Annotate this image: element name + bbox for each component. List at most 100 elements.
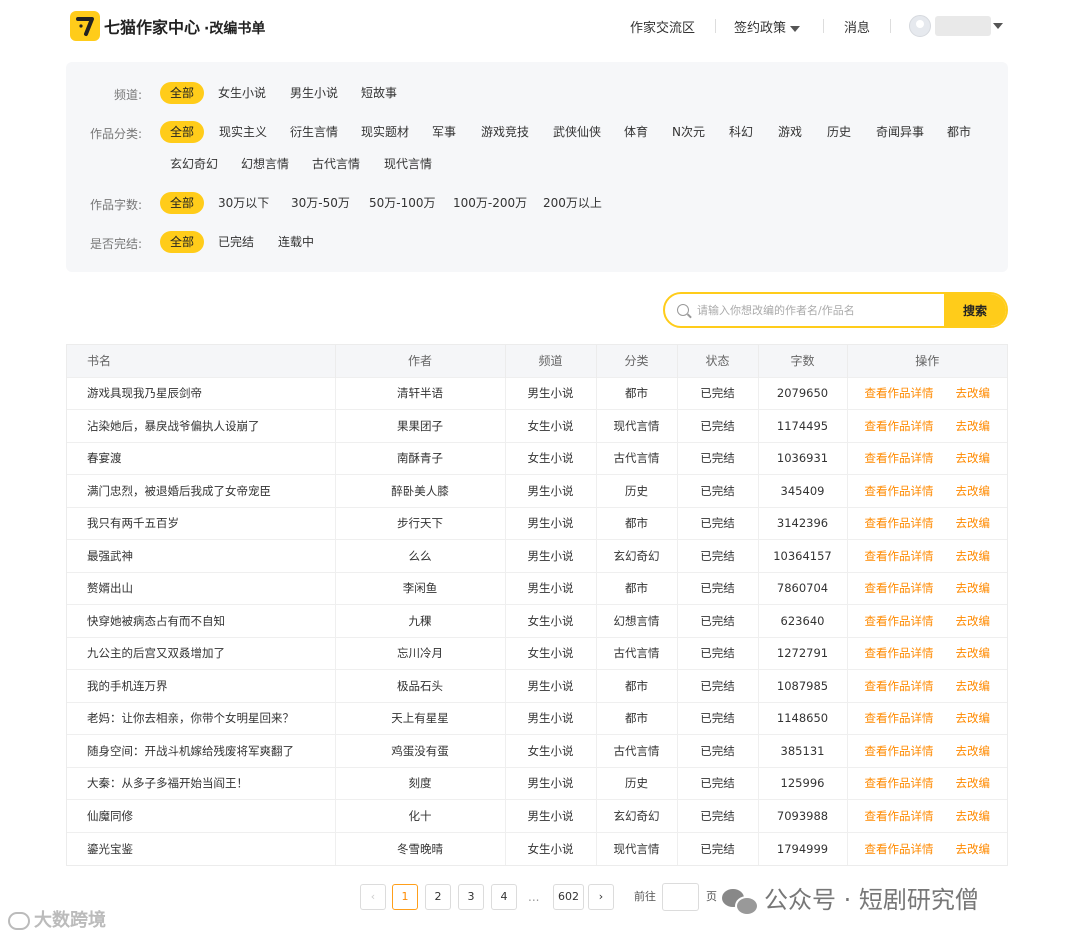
table-row: 九公主的后宫又双叒增加了 忘川冷月 女生小说 古代言情 已完结 1272791 查看作品详情…	[67, 636, 1007, 670]
chevron-down-icon	[790, 25, 801, 32]
page-button-last[interactable]: 602	[553, 884, 584, 910]
adapt-link[interactable]: 去改编	[956, 646, 991, 660]
watermark-right-text: 公众号 · 短剧研究僧	[764, 886, 979, 914]
filter-completed-option[interactable]: 全部	[160, 231, 205, 253]
filter-category-option[interactable]: N次元	[662, 121, 715, 143]
filter-category-option[interactable]: 现代言情	[374, 153, 442, 175]
view-detail-link[interactable]: 查看作品详情	[865, 809, 934, 823]
cell-channel: 男生小说	[505, 474, 597, 507]
page-button-4[interactable]: 4	[491, 884, 517, 910]
adapt-link[interactable]: 去改编	[956, 581, 991, 595]
avatar[interactable]	[909, 15, 931, 37]
chevron-down-icon[interactable]	[993, 23, 1003, 29]
filter-category-option[interactable]: 幻想言情	[231, 153, 299, 175]
view-detail-link[interactable]: 查看作品详情	[865, 549, 934, 563]
view-detail-link[interactable]: 查看作品详情	[865, 711, 934, 725]
search-button[interactable]: 搜索	[944, 294, 1006, 326]
filter-wordcount-option[interactable]: 全部	[160, 192, 205, 214]
brand-title[interactable]: 七猫作家中心 ·改编书单	[104, 14, 265, 38]
adapt-link[interactable]: 去改编	[956, 809, 991, 823]
view-detail-link[interactable]: 查看作品详情	[865, 451, 934, 465]
filter-channel-all[interactable]: 全部	[160, 82, 205, 104]
filter-category-option[interactable]: 都市	[937, 121, 981, 143]
cell-word-count: 1087985	[758, 669, 848, 702]
nav-contract-policy-dropdown[interactable]: 签约政策	[734, 17, 801, 36]
username-redacted[interactable]	[935, 16, 991, 36]
filter-category-option[interactable]: 历史	[817, 121, 861, 143]
column-header-author: 作者	[335, 345, 506, 377]
filter-completed-option[interactable]: 连载中	[268, 231, 324, 253]
filter-category-option[interactable]: 古代言情	[302, 153, 370, 175]
filter-category-option[interactable]: 现实题材	[351, 121, 419, 143]
filter-category-option[interactable]: 科幻	[719, 121, 763, 143]
cell-actions: 查看作品详情 去改编	[847, 766, 1007, 800]
next-page-button[interactable]: ›	[588, 884, 614, 910]
view-detail-link[interactable]: 查看作品详情	[865, 484, 934, 498]
filter-category-option[interactable]: 衍生言情	[280, 121, 348, 143]
view-detail-link[interactable]: 查看作品详情	[865, 386, 934, 400]
cell-author: 步行天下	[335, 506, 506, 540]
view-detail-link[interactable]: 查看作品详情	[865, 614, 934, 628]
filter-category-option[interactable]: 武侠仙侠	[543, 121, 611, 143]
filter-channel-short[interactable]: 短故事	[351, 82, 407, 104]
filter-wordcount-option[interactable]: 50万-100万	[359, 192, 446, 214]
filter-wordcount-option[interactable]: 30万以下	[208, 192, 279, 214]
adapt-link[interactable]: 去改编	[956, 419, 991, 433]
filter-category-option[interactable]: 军事	[422, 121, 466, 143]
page-button-1[interactable]: 1	[392, 884, 418, 910]
filter-wordcount-option[interactable]: 30万-50万	[281, 192, 360, 214]
nav-community-link[interactable]: 作家交流区	[630, 17, 695, 36]
filter-category-option[interactable]: 游戏	[768, 121, 812, 143]
view-detail-link[interactable]: 查看作品详情	[865, 842, 934, 856]
cell-author: 李闲鱼	[335, 571, 506, 605]
view-detail-link[interactable]: 查看作品详情	[865, 516, 934, 530]
adapt-link[interactable]: 去改编	[956, 842, 991, 856]
view-detail-link[interactable]: 查看作品详情	[865, 419, 934, 433]
filter-wordcount-option[interactable]: 100万-200万	[443, 192, 537, 214]
view-detail-link[interactable]: 查看作品详情	[865, 646, 934, 660]
adapt-link[interactable]: 去改编	[956, 744, 991, 758]
cell-title: 随身空间：开战斗机嫁给残废将军爽翻了	[67, 734, 336, 767]
adapt-link[interactable]: 去改编	[956, 516, 991, 530]
adapt-link[interactable]: 去改编	[956, 549, 991, 563]
cell-channel: 女生小说	[505, 734, 597, 767]
nav-messages-link[interactable]: 消息	[844, 17, 870, 36]
adapt-link[interactable]: 去改编	[956, 614, 991, 628]
goto-page-input[interactable]	[662, 883, 699, 911]
page-button-2[interactable]: 2	[425, 884, 451, 910]
filter-category-option[interactable]: 游戏竞技	[471, 121, 539, 143]
filter-category-option[interactable]: 奇闻异事	[866, 121, 934, 143]
adapt-link[interactable]: 去改编	[956, 776, 991, 790]
filter-wordcount-option[interactable]: 200万以上	[533, 192, 612, 214]
cell-word-count: 345409	[758, 474, 848, 507]
cell-channel: 男生小说	[505, 376, 597, 410]
cell-title: 游戏具现我乃星辰剑帝	[67, 376, 336, 410]
adapt-link[interactable]: 去改编	[956, 711, 991, 725]
qimao-logo-icon[interactable]	[70, 11, 100, 41]
cell-channel: 女生小说	[505, 409, 597, 442]
filter-completed-option[interactable]: 已完结	[208, 231, 264, 253]
cell-author: 清轩半语	[335, 376, 506, 410]
view-detail-link[interactable]: 查看作品详情	[865, 581, 934, 595]
prev-page-button[interactable]: ‹	[360, 884, 386, 910]
adapt-link[interactable]: 去改编	[956, 451, 991, 465]
column-header-status: 状态	[677, 345, 759, 377]
column-header-category: 分类	[596, 345, 678, 377]
filter-category-option[interactable]: 全部	[160, 121, 205, 143]
adapt-link[interactable]: 去改编	[956, 386, 991, 400]
view-detail-link[interactable]: 查看作品详情	[865, 679, 934, 693]
cell-status: 已完结	[677, 734, 759, 767]
view-detail-link[interactable]: 查看作品详情	[865, 744, 934, 758]
filter-category-option[interactable]: 体育	[614, 121, 658, 143]
filter-category-option[interactable]: 现实主义	[209, 121, 277, 143]
cell-category: 历史	[596, 766, 678, 800]
adapt-link[interactable]: 去改编	[956, 484, 991, 498]
adapt-link[interactable]: 去改编	[956, 679, 991, 693]
cell-title: 春宴渡	[67, 441, 336, 475]
filter-channel-male[interactable]: 男生小说	[280, 82, 348, 104]
page-button-3[interactable]: 3	[458, 884, 484, 910]
view-detail-link[interactable]: 查看作品详情	[865, 776, 934, 790]
filter-channel-female[interactable]: 女生小说	[208, 82, 276, 104]
filter-category-option[interactable]: 玄幻奇幻	[160, 153, 228, 175]
search-input[interactable]	[697, 294, 937, 326]
